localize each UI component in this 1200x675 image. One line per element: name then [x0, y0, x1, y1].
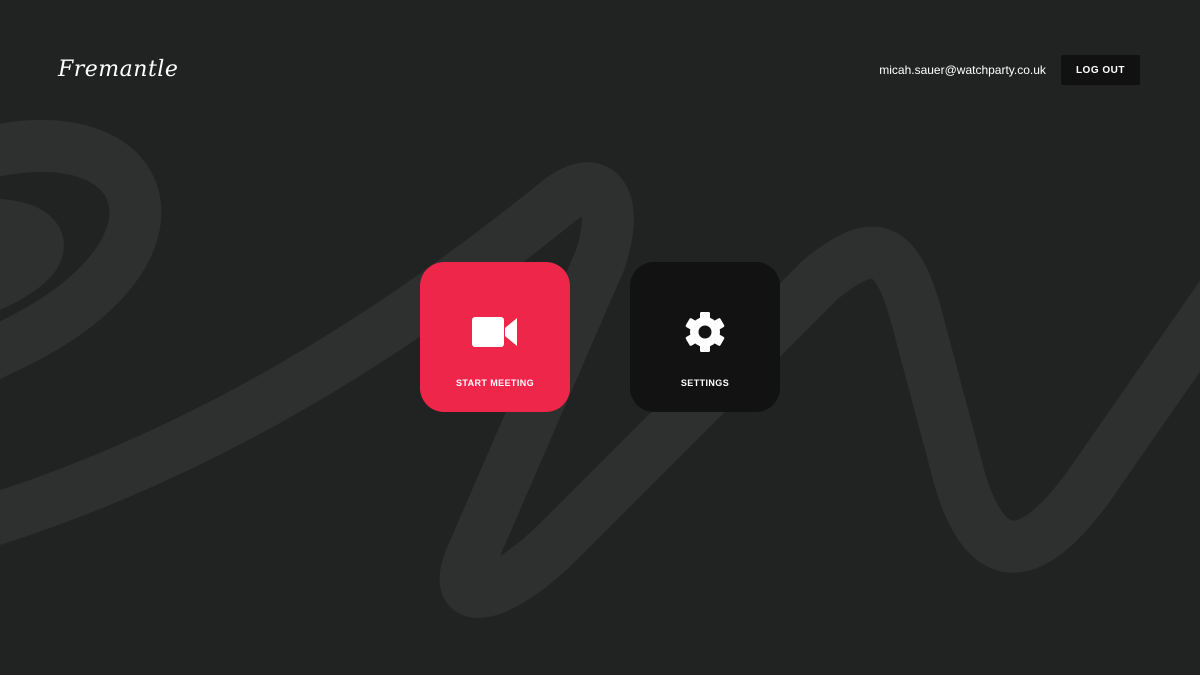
header-user-area: micah.sauer@watchparty.co.uk LOG OUT	[879, 55, 1140, 85]
start-meeting-tile[interactable]: START MEETING	[420, 262, 570, 412]
settings-label: SETTINGS	[680, 378, 730, 388]
home-screen: Fremantle micah.sauer@watchparty.co.uk L…	[0, 0, 1200, 675]
settings-tile[interactable]: SETTINGS	[630, 262, 780, 412]
user-email: micah.sauer@watchparty.co.uk	[879, 63, 1046, 77]
action-tiles: START MEETING SETTINGS	[420, 262, 780, 412]
gear-icon	[681, 308, 729, 356]
start-meeting-label: START MEETING	[455, 378, 535, 388]
fremantle-logo: Fremantle	[58, 57, 179, 82]
logout-button[interactable]: LOG OUT	[1060, 55, 1140, 85]
video-camera-icon	[471, 308, 519, 356]
